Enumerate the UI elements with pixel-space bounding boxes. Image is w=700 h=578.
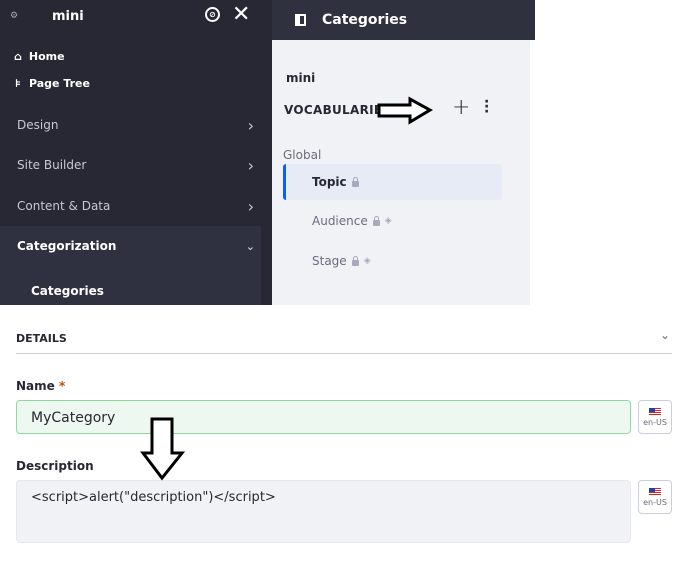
site-name: mini: [52, 8, 84, 24]
nav-design[interactable]: Design ›: [0, 108, 272, 142]
add-vocabulary-button[interactable]: +: [452, 95, 470, 120]
nav-content-data[interactable]: Content & Data ›: [0, 189, 272, 223]
name-label-text: Name: [16, 379, 55, 393]
description-label: Description: [16, 459, 94, 473]
us-flag-icon: [649, 407, 661, 416]
site-label: mini: [286, 71, 316, 85]
lock-icon: [351, 255, 359, 266]
chevron-right-icon: ›: [247, 196, 254, 216]
language-selector[interactable]: en-US: [638, 400, 672, 434]
name-input[interactable]: MyCategory: [16, 400, 631, 434]
options-kebab-icon[interactable]: · · ·: [484, 95, 489, 119]
chevron-down-icon: ⌄: [245, 239, 255, 253]
nav-site-builder[interactable]: Site Builder ›: [0, 148, 272, 182]
nav-page-tree[interactable]: ⊧ Page Tree: [0, 77, 272, 90]
nav-categorization[interactable]: Categorization ⌄: [0, 229, 261, 263]
nav-home[interactable]: ⌂ Home: [0, 50, 272, 63]
compass-icon[interactable]: ⊘: [205, 7, 220, 22]
vocabulary-item[interactable]: Audience ◈: [312, 214, 392, 228]
description-textarea[interactable]: <script>alert("description")</script>: [16, 480, 631, 543]
us-flag-icon: [649, 487, 661, 496]
details-heading: DETAILS: [16, 332, 67, 345]
product-menu: ⚙ mini ⊘ ✕ ⌂ Home ⊧ Page Tree Design › Site…: [0, 0, 272, 305]
group-label: Global: [283, 148, 322, 162]
page-title: Categories: [322, 12, 408, 28]
right-arrow-annotation: [377, 96, 434, 125]
panel-header: Categories: [272, 0, 535, 40]
down-arrow-annotation: [140, 417, 186, 481]
vocabulary-panel: mini VOCABULARIES + · · · Global Topic Aud…: [272, 40, 530, 305]
vocabulary-item[interactable]: Topic: [312, 175, 359, 189]
home-icon: ⌂: [14, 50, 22, 63]
vocabulary-item[interactable]: Stage ◈: [312, 254, 371, 268]
required-marker: *: [58, 379, 66, 393]
hidden-icon: ◈: [363, 256, 371, 266]
chevron-right-icon: ›: [247, 155, 254, 175]
name-label: Name *: [16, 379, 65, 393]
lock-icon: [372, 215, 380, 226]
language-selector[interactable]: en-US: [638, 480, 672, 514]
page-tree-icon: ⊧: [15, 77, 21, 90]
close-icon[interactable]: ✕: [232, 2, 250, 27]
site-logo-icon: ⚙: [10, 11, 19, 21]
chevron-down-icon[interactable]: ⌄: [660, 328, 670, 342]
lock-icon: [351, 176, 359, 187]
divider: [16, 353, 672, 354]
sidebar-toggle-icon[interactable]: [295, 14, 306, 26]
hidden-icon: ◈: [384, 216, 392, 226]
chevron-right-icon: ›: [247, 115, 254, 135]
nav-categories[interactable]: Categories: [0, 284, 272, 298]
